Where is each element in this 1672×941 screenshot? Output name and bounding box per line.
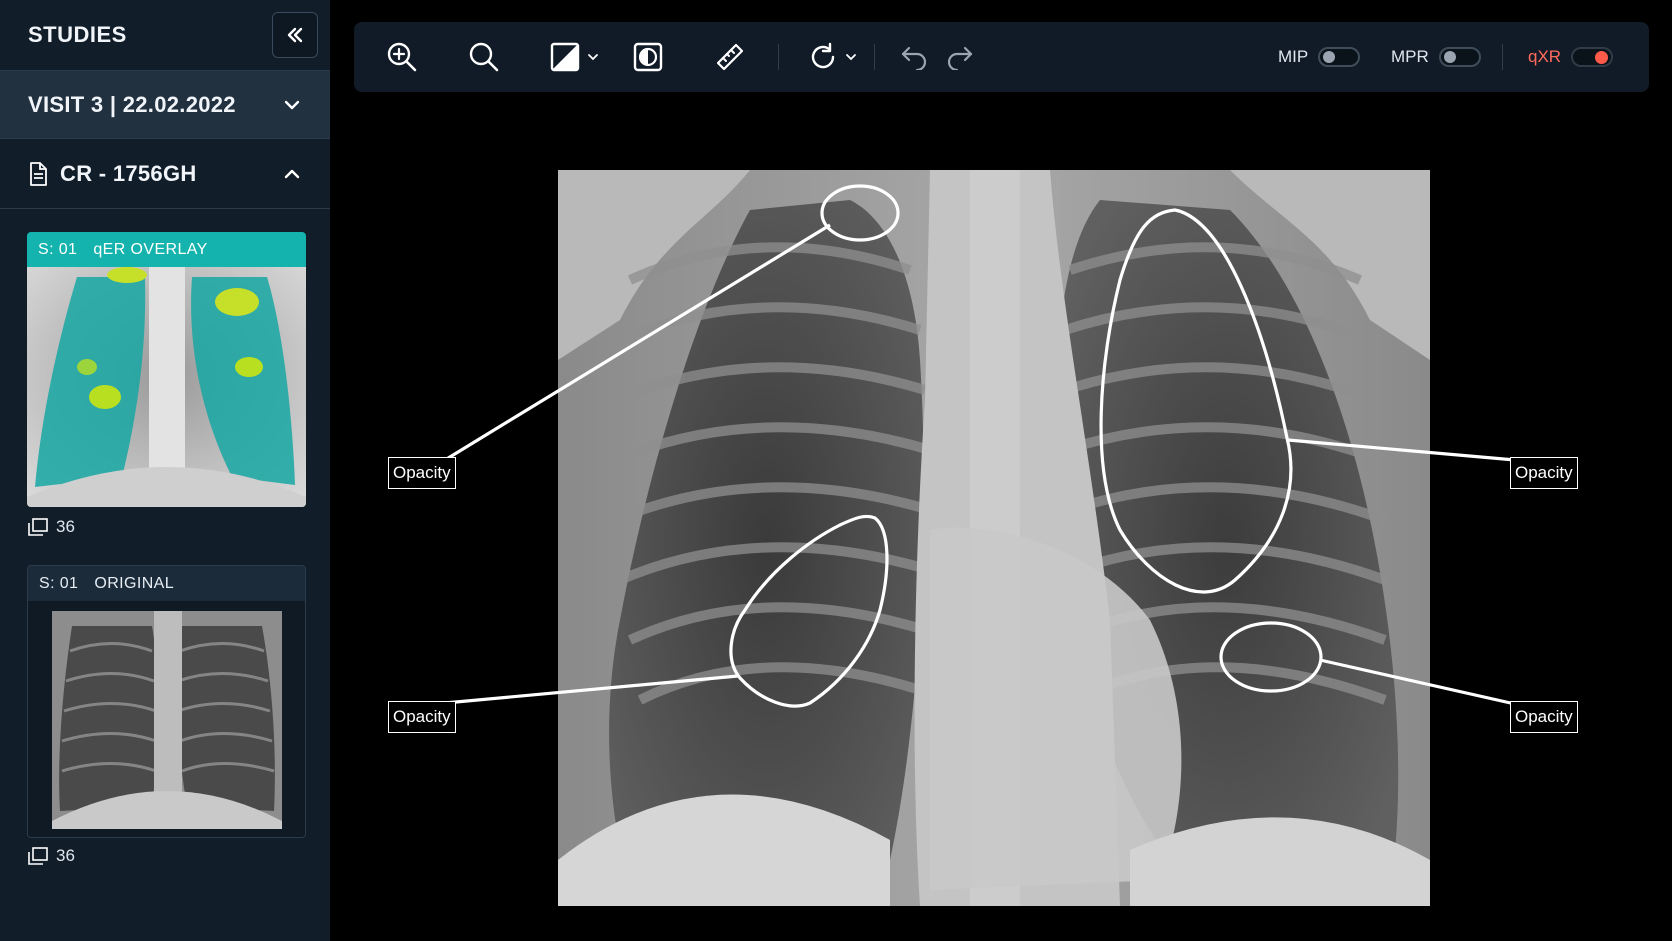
chevron-down-icon	[846, 54, 856, 61]
redo-icon	[947, 46, 973, 70]
series-card-qer-overlay[interactable]: S: 01 qER OVERLAY	[27, 232, 306, 507]
xray-canvas	[444, 170, 1516, 906]
overlay-thumbnail	[27, 267, 306, 507]
mip-toggle-label: MIP	[1278, 47, 1309, 66]
collapse-sidebar-button[interactable]	[272, 12, 318, 58]
sidebar-header: STUDIES	[0, 0, 330, 70]
visit-selector[interactable]: VISIT 3 | 22.02.2022	[0, 70, 330, 139]
mip-toggle[interactable]: MIP	[1278, 22, 1361, 92]
zoom-in-button[interactable]	[382, 22, 422, 92]
image-count: 36	[28, 517, 75, 537]
xray-image	[558, 170, 1430, 906]
invert-icon	[633, 42, 663, 72]
opacity-label[interactable]: Opacity	[1510, 457, 1578, 489]
studies-sidebar: STUDIES VISIT 3 | 22.02.2022 CR - 1756GH	[0, 0, 330, 941]
zoom-in-icon	[387, 42, 417, 72]
rotate-button[interactable]	[804, 22, 860, 92]
visit-label: VISIT 3 | 22.02.2022	[28, 91, 236, 117]
undo-icon	[901, 46, 927, 70]
image-viewport[interactable]: Opacity Opacity Opacity Opacity	[330, 100, 1672, 941]
opacity-label[interactable]: Opacity	[388, 457, 456, 489]
image-count-value: 36	[56, 846, 75, 865]
ruler-icon	[716, 43, 744, 71]
mpr-toggle[interactable]: MPR	[1391, 22, 1481, 92]
document-icon	[30, 161, 47, 186]
qxr-toggle[interactable]: qXR	[1528, 22, 1614, 92]
window-level-icon	[550, 42, 580, 72]
magnifier-icon	[469, 42, 499, 72]
invert-button[interactable]	[628, 22, 668, 92]
toolbar-divider	[778, 44, 779, 70]
measure-button[interactable]	[710, 22, 750, 92]
chevron-up-icon	[284, 169, 300, 178]
series-name: ORIGINAL	[94, 574, 175, 592]
redo-button[interactable]	[942, 22, 978, 92]
qxr-switch[interactable]	[1571, 47, 1614, 67]
series-number: S: 01	[38, 240, 78, 258]
mpr-toggle-label: MPR	[1391, 47, 1429, 66]
original-thumbnail	[52, 611, 282, 829]
study-label: CR - 1756GH	[60, 160, 197, 186]
toolbar-divider	[874, 44, 875, 70]
double-chevron-left-icon	[287, 27, 303, 43]
chevron-down-icon	[588, 54, 598, 61]
study-accordion-header[interactable]: CR - 1756GH	[0, 139, 330, 209]
mip-switch[interactable]	[1318, 47, 1361, 67]
image-stack-icon	[28, 847, 48, 865]
window-level-button[interactable]	[546, 22, 602, 92]
series-card-original[interactable]: S: 01 ORIGINAL	[27, 565, 306, 838]
series-header: S: 01 ORIGINAL	[28, 566, 305, 601]
series-header: S: 01 qER OVERLAY	[27, 232, 306, 267]
image-count: 36	[28, 846, 75, 866]
chevron-down-icon	[284, 100, 300, 109]
opacity-label[interactable]: Opacity	[388, 701, 456, 733]
sidebar-title: STUDIES	[28, 22, 127, 47]
undo-button[interactable]	[896, 22, 932, 92]
series-number: S: 01	[39, 574, 79, 592]
toolbar-divider	[1502, 44, 1503, 70]
magnifier-button[interactable]	[464, 22, 504, 92]
qxr-toggle-label: qXR	[1528, 47, 1562, 66]
rotate-icon	[811, 42, 835, 69]
image-stack-icon	[28, 518, 48, 536]
image-count-value: 36	[56, 517, 75, 536]
mpr-switch[interactable]	[1438, 47, 1481, 67]
viewer-toolbar: MIP MPR qXR	[354, 22, 1649, 92]
series-name: qER OVERLAY	[93, 240, 208, 258]
opacity-label[interactable]: Opacity	[1510, 701, 1578, 733]
